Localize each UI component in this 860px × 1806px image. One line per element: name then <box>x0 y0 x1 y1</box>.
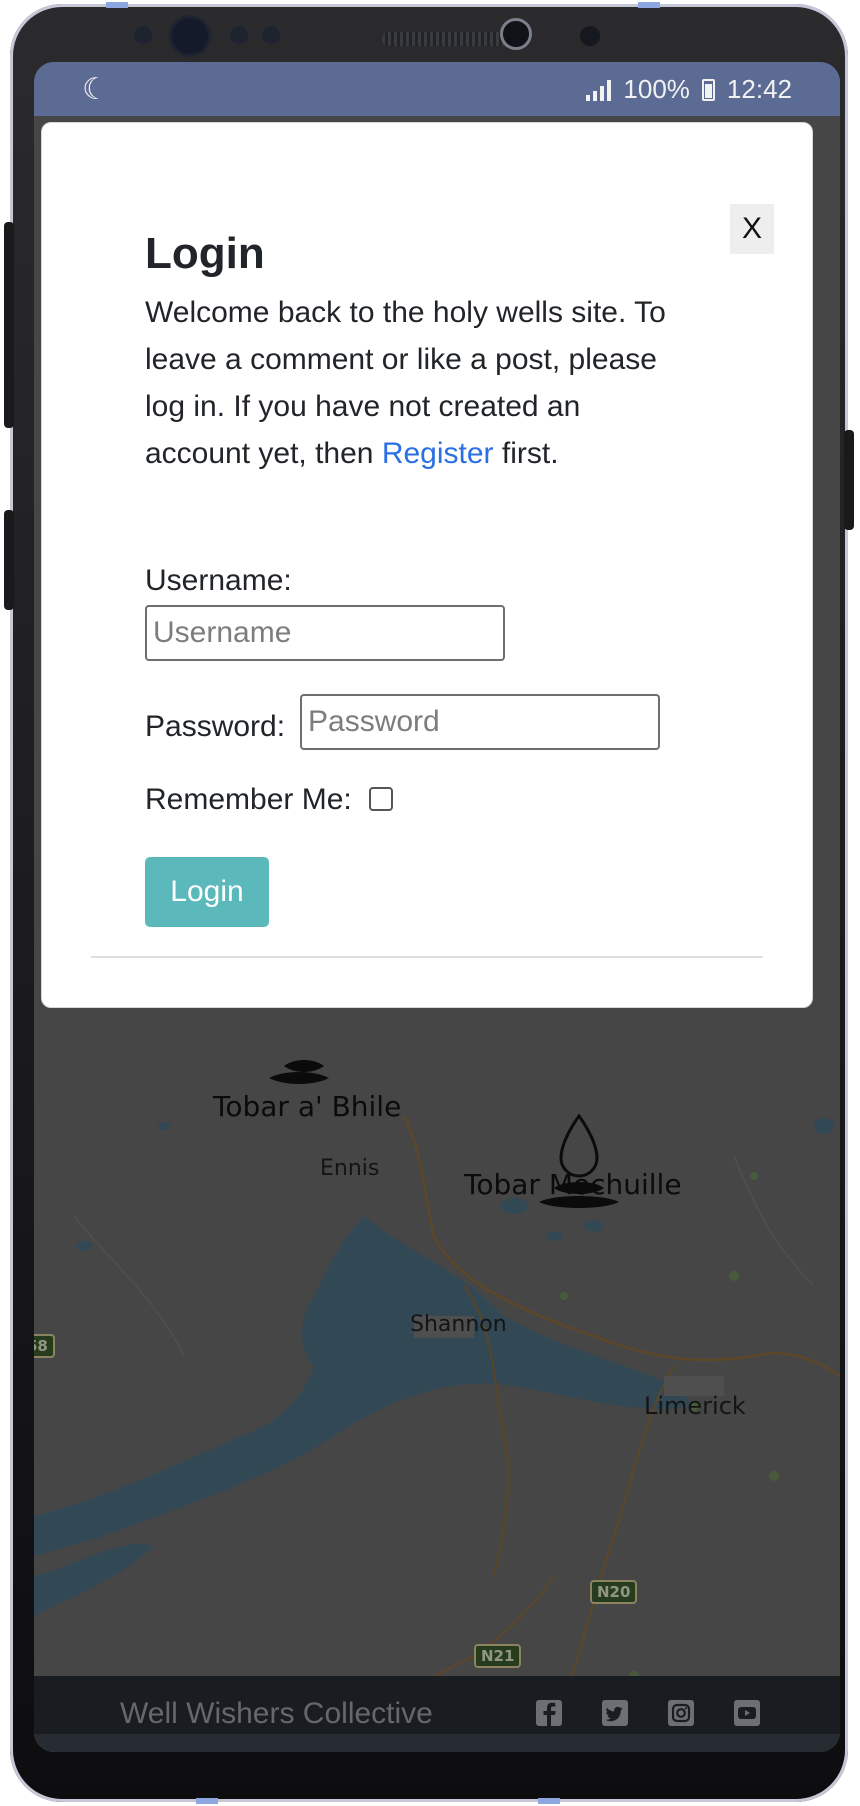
sensor-icon <box>262 26 280 44</box>
signal-icon <box>586 79 612 101</box>
modal-title: Login <box>145 229 265 278</box>
power-button <box>844 430 854 530</box>
sensor-icon <box>230 26 248 44</box>
battery-icon <box>701 78 715 101</box>
frame-accent <box>106 2 128 8</box>
remember-me-label: Remember Me: <box>145 783 352 816</box>
modal-description: Welcome back to the holy wells site. To … <box>145 289 685 477</box>
close-button[interactable]: X <box>730 204 774 254</box>
frame-accent <box>638 2 660 8</box>
status-bar: ☾ 100% 12:42 <box>34 62 840 116</box>
password-input[interactable] <box>300 694 660 750</box>
login-button[interactable]: Login <box>145 857 269 927</box>
bixby-button <box>4 510 14 610</box>
password-label: Password: <box>145 710 286 743</box>
frame-accent <box>196 1798 218 1804</box>
modal-divider <box>91 956 763 958</box>
username-input[interactable] <box>145 605 505 661</box>
front-camera-icon <box>172 18 208 54</box>
iris-camera-icon <box>500 18 532 50</box>
register-link[interactable]: Register <box>382 437 494 470</box>
moon-icon: ☾ <box>82 73 109 106</box>
sensor-icon <box>134 26 152 44</box>
clock: 12:42 <box>726 74 792 104</box>
remember-me-checkbox[interactable] <box>369 787 393 811</box>
volume-button <box>4 222 14 428</box>
login-modal: X Login Welcome back to the holy wells s… <box>41 122 813 1008</box>
frame-accent <box>538 1798 560 1804</box>
sensor-icon <box>580 26 600 46</box>
username-label: Username: <box>145 564 292 597</box>
battery-percent: 100% <box>623 74 690 104</box>
description-text-end: first. <box>493 437 559 470</box>
phone-frame: ☾ 100% 12:42 Tobar a' Bhile Tobar Mochui… <box>4 2 854 1804</box>
